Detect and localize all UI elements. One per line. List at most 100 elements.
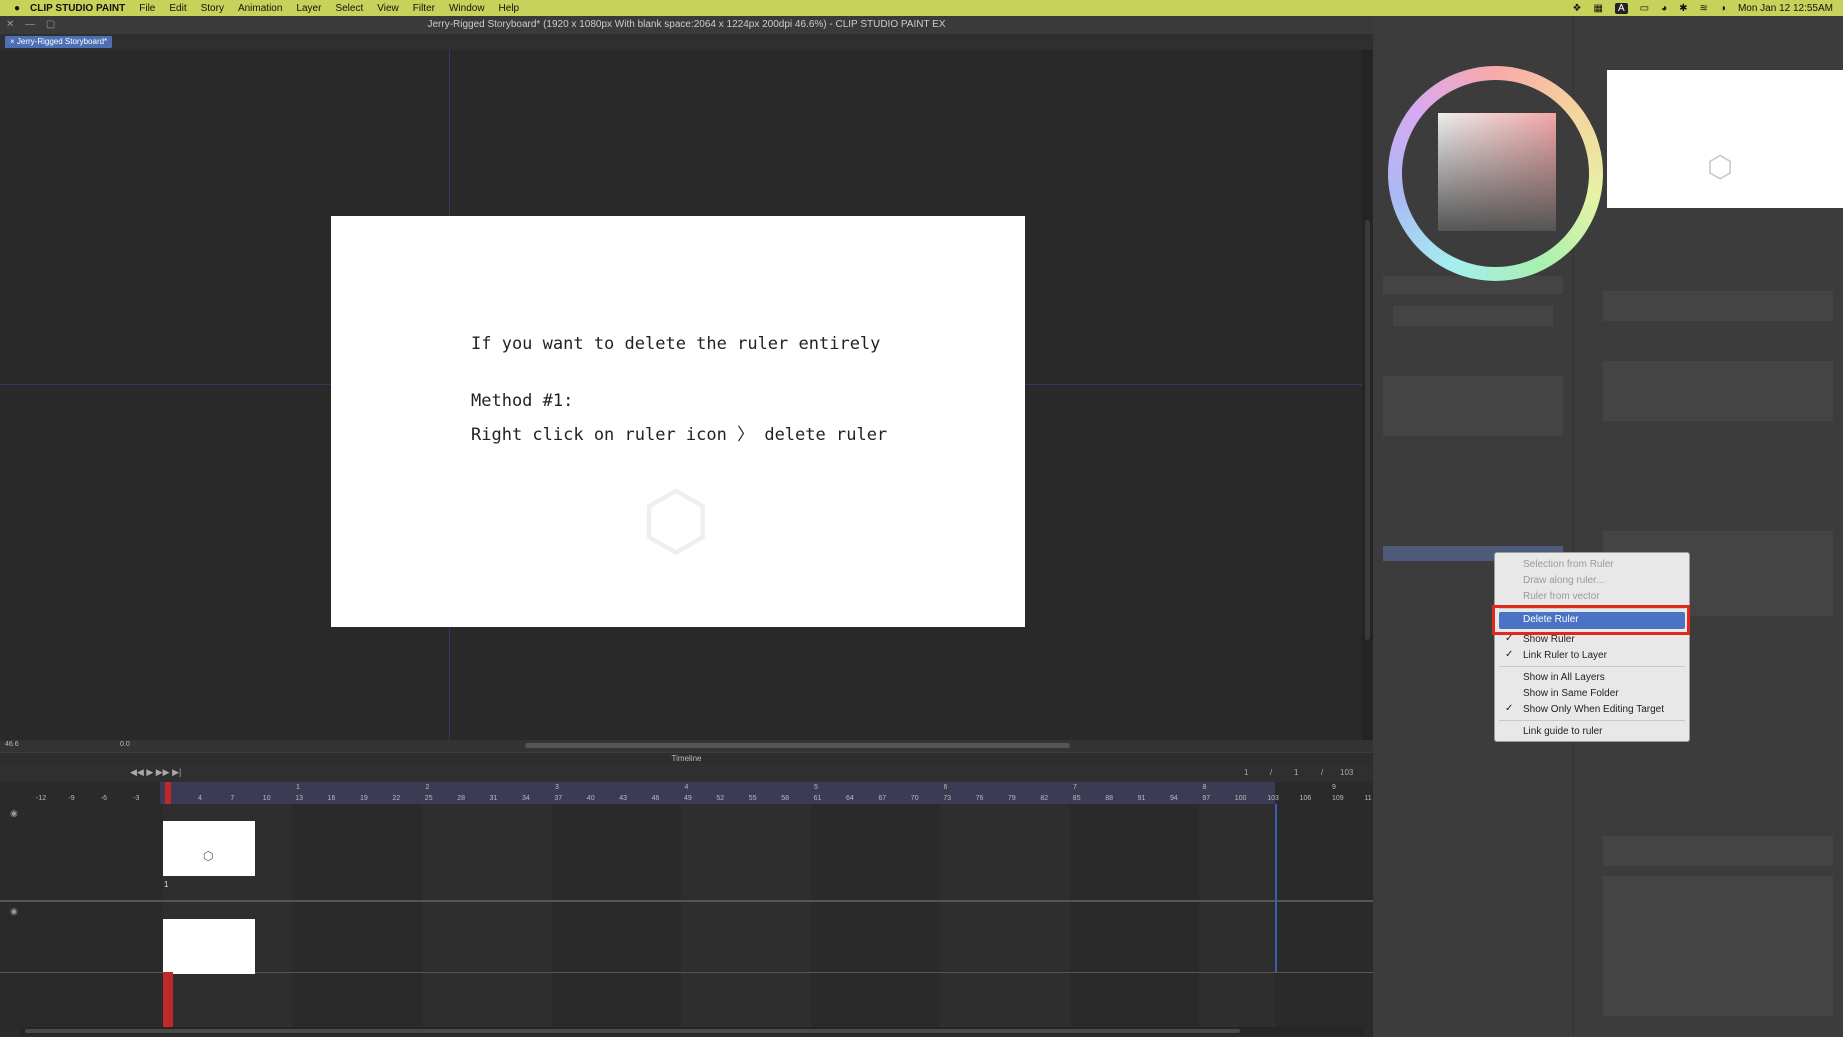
menu-view[interactable]: View — [377, 3, 399, 14]
menu-item-link-guide-to-ruler[interactable]: Link guide to ruler — [1523, 725, 1603, 739]
wifi-icon[interactable]: ≋ — [1700, 3, 1708, 14]
timeline-band — [681, 804, 811, 1027]
scroll-thumb[interactable] — [25, 1029, 1240, 1033]
timeline-ruler[interactable]: 123456789 -12-9-6-3147101316192225283134… — [0, 782, 1373, 804]
start-frame[interactable]: 1 — [1294, 768, 1298, 777]
screen-mirroring-icon[interactable]: ▭ — [1640, 3, 1649, 14]
frame-number: -3 — [133, 795, 140, 802]
timeline-band — [422, 804, 552, 1027]
clock[interactable]: Mon Jan 12 12:55AM — [1738, 3, 1833, 14]
frame-number: 34 — [522, 795, 530, 802]
end-frame[interactable]: 103 — [1340, 768, 1353, 777]
scroll-thumb[interactable] — [1365, 220, 1370, 640]
frame-number: 11 — [1364, 795, 1372, 802]
control-center-icon[interactable]: ◑ — [1720, 3, 1726, 14]
frame-separator-2: / — [1321, 768, 1324, 777]
input-source-indicator[interactable]: A — [1614, 2, 1628, 14]
frame-number: 37 — [554, 795, 563, 802]
playhead-marker[interactable] — [163, 972, 173, 1027]
artboard[interactable]: ⬡ If you want to delete the ruler entire… — [331, 216, 1025, 627]
bluetooth-icon[interactable]: ✱ — [1679, 3, 1687, 14]
menu-item-link-ruler-to-layer[interactable]: Link Ruler to Layer — [1523, 649, 1607, 663]
frame-number: 46 — [651, 795, 660, 802]
timeline-band — [1199, 804, 1275, 1027]
frame-number: 79 — [1008, 795, 1016, 802]
color-slider — [1603, 361, 1833, 421]
layer-properties — [1383, 376, 1563, 436]
menu-item-draw-along-ruler: Draw along ruler... — [1523, 575, 1605, 586]
eye-icon[interactable]: ◉ — [10, 808, 18, 819]
timeline-title: Timeline — [671, 754, 702, 763]
menu-item-show-in-same-folder[interactable]: Show in Same Folder — [1523, 687, 1619, 701]
frame-number: 70 — [910, 795, 919, 802]
document-tab-row: × Jerry-Rigged Storyboard* — [0, 34, 1373, 50]
second-mark: 3 — [555, 784, 559, 791]
tool-property-panel — [1603, 876, 1833, 1016]
second-mark: 9 — [1332, 784, 1336, 791]
frame-number: 85 — [1072, 795, 1081, 802]
playhead-head[interactable] — [165, 782, 171, 804]
canvas-text-line-2: Method #1: — [471, 391, 574, 411]
document-tab[interactable]: × Jerry-Rigged Storyboard* — [5, 36, 113, 48]
menu-file[interactable]: File — [139, 3, 155, 14]
frame-number: 49 — [684, 795, 692, 802]
canvas-text-line-3: Right click on ruler icon 〉 delete ruler — [471, 425, 888, 445]
frame-number: 58 — [781, 795, 789, 802]
menu-item-show-in-all-layers[interactable]: Show in All Layers — [1523, 671, 1605, 685]
dropbox-icon[interactable]: ❖ — [1573, 3, 1582, 14]
current-frame[interactable]: 1 — [1244, 768, 1248, 777]
menu-layer[interactable]: Layer — [296, 3, 321, 14]
menu-edit[interactable]: Edit — [169, 3, 186, 14]
app-menu[interactable]: CLIP STUDIO PAINT — [30, 3, 125, 14]
menu-item-show-ruler[interactable]: Show Ruler — [1523, 633, 1575, 647]
frame-number: 73 — [943, 795, 951, 802]
frame-number: -12 — [36, 795, 47, 802]
menu-help[interactable]: Help — [499, 3, 520, 14]
menu-filter[interactable]: Filter — [413, 3, 435, 14]
menu-select[interactable]: Select — [335, 3, 363, 14]
headphones-icon[interactable]: ◕ — [1661, 3, 1667, 14]
frame-number: 22 — [392, 795, 401, 802]
frame-number: 7 — [230, 795, 235, 802]
frame-number: 91 — [1137, 795, 1146, 802]
window-title: Jerry-Rigged Storyboard* (1920 x 1080px … — [427, 19, 946, 30]
frame-number: 31 — [489, 795, 498, 802]
timeline-body[interactable]: ⬡ 1 ◉ ◉ — [0, 804, 1373, 1027]
frame-number: 67 — [878, 795, 887, 802]
frame-number: 82 — [1040, 795, 1049, 802]
frame-number: 4 — [198, 795, 202, 802]
window-controls[interactable]: ✕ — ▢ — [6, 16, 59, 34]
second-mark: 4 — [684, 784, 689, 791]
frame-number: 100 — [1234, 795, 1247, 802]
end-marker[interactable] — [1275, 804, 1277, 972]
menu-item-selection-from-ruler: Selection from Ruler — [1523, 559, 1614, 570]
frame-number: 19 — [360, 795, 368, 802]
menu-animation[interactable]: Animation — [238, 3, 282, 14]
second-mark: 8 — [1202, 784, 1207, 791]
eye-icon[interactable]: ◉ — [10, 906, 18, 917]
canvas-text-line-1: If you want to delete the ruler entirely — [471, 334, 881, 354]
apple-icon[interactable]: ● — [14, 3, 20, 14]
menu-story[interactable]: Story — [201, 3, 224, 14]
frame-number: 109 — [1332, 795, 1344, 802]
rotation-value[interactable]: 0.0 — [120, 741, 130, 748]
grid-icon[interactable]: ▦ — [1593, 3, 1602, 14]
menu-item-show-only-when-editing-target[interactable]: Show Only When Editing Target — [1523, 703, 1664, 717]
frame-thumbnail[interactable]: ⬡ — [163, 821, 255, 876]
second-mark: 2 — [425, 784, 430, 791]
canvas-vertical-scrollbar[interactable] — [1362, 50, 1373, 740]
status-icons: ❖ ▦ A ▭ ◕ ✱ ≋ ◑ Mon Jan 12 12:55AM — [1573, 0, 1833, 16]
timeline-horizontal-scrollbar[interactable] — [20, 1027, 1363, 1035]
frame-number: 94 — [1170, 795, 1178, 802]
frame-number: 97 — [1202, 795, 1211, 802]
frame-separator-1: / — [1270, 768, 1273, 777]
canvas-horizontal-scrollbar[interactable] — [525, 743, 1070, 748]
frame-thumbnail[interactable] — [163, 919, 255, 974]
menu-window[interactable]: Window — [449, 3, 485, 14]
menu-item-ruler-from-vector: Ruler from vector — [1523, 591, 1600, 602]
timeline-band — [940, 804, 1070, 1027]
frame-number: 43 — [619, 795, 627, 802]
frame-number: 52 — [716, 795, 725, 802]
zoom-value[interactable]: 46.6 — [5, 741, 19, 748]
play-controls[interactable]: ◀◀ ▶ ▶▶ ▶| — [130, 767, 181, 778]
